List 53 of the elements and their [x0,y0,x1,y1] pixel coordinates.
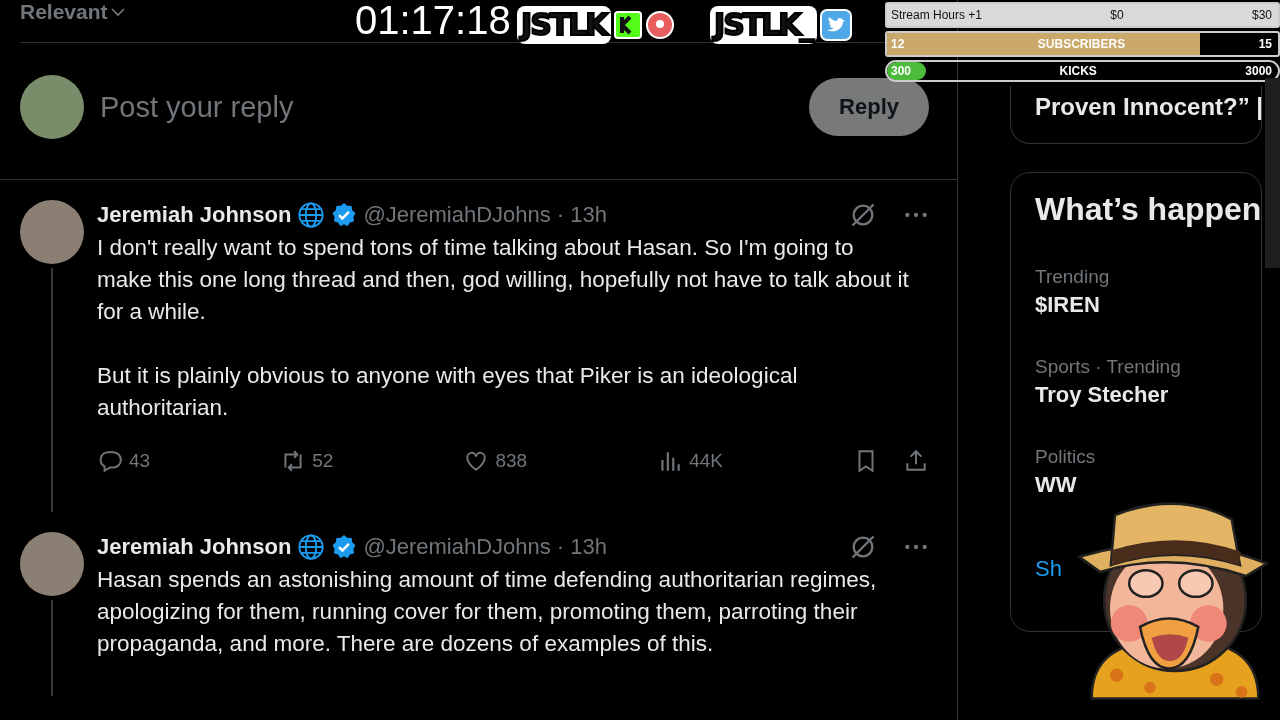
reply-button[interactable]: Reply [809,78,929,136]
trend-category: Sports · Trending [1035,355,1182,379]
event-card[interactable]: Proven Innocent?” | [1010,86,1262,144]
goal-label: Stream Hours +1 [891,8,983,22]
author-handle[interactable]: @JeremiahDJohns [363,202,551,228]
reply-input[interactable]: Post your reply [100,90,794,124]
trend-name: WW [1035,472,1078,498]
author-handle[interactable]: @JeremiahDJohns [363,534,551,560]
goal-label: SUBSCRIBERS [1037,37,1126,51]
show-more-link[interactable]: Sh [1035,556,1062,582]
trend-category: Trending [1035,265,1111,289]
record-icon [644,10,675,40]
channel-logo: JSTLK [517,6,611,44]
post-text: Hasan spends an astonishing amount of time defending authoritarian regimes, apologizing for them, running cover for them, promoting them, parroting their propaganda, and more. There are dozens of examples of this. [97,566,878,658]
goal-end: 15 [1258,37,1272,51]
slashed-circle-icon[interactable] [849,201,877,229]
share-icon[interactable] [903,448,929,474]
globe-icon [297,533,326,561]
repost-count[interactable]: 52 [312,450,334,472]
trend-item[interactable]: Politics WW [1035,442,1261,498]
goal-end: $30 [1251,8,1272,22]
sort-label: Relevant [20,0,108,24]
event-title: Proven Innocent?” | [1035,92,1261,122]
trends-title: What’s happen [1035,191,1261,228]
verified-badge-icon [331,202,358,228]
verified-badge-icon [331,534,358,560]
author-name[interactable]: Jeremiah Johnson [97,202,292,228]
reply-count[interactable]: 43 [129,450,151,472]
k-logo-icon [613,11,642,39]
like-count[interactable]: 838 [495,450,528,472]
goal-label: KICKS [1059,64,1097,78]
trend-name: $IREN [1035,292,1101,318]
goal-end: 3000 [1245,64,1272,78]
author-name[interactable]: Jeremiah Johnson [97,534,292,560]
globe-icon [297,201,326,229]
trend-category: Politics [1035,445,1097,469]
trend-item[interactable]: Trending $IREN [1035,262,1261,318]
trend-item[interactable]: Sports · Trending Troy Stecher [1035,352,1261,408]
speech-bubble-icon[interactable] [97,448,123,474]
goal-start: 300 [891,64,912,78]
bird-icon [819,9,852,41]
slashed-circle-icon[interactable] [849,533,877,561]
channel-logo: JSTLK_ [710,6,817,44]
trend-name: Troy Stecher [1035,382,1170,408]
view-count[interactable]: 44K [689,450,723,472]
post-time: · 13h [556,534,607,560]
post-text: I don't really want to spend tons of time talking about Hasan. So I'm going to make this one long thread and then, god willing, hopefully not have to talk about it for a while. [97,234,910,326]
post-text: But it is plainly obvious to anyone with eyes that Piker is an ideological authoritarian. [97,362,799,422]
sort-dropdown[interactable]: Relevant [20,0,126,24]
post-time: · 13h [556,202,607,228]
goal-start: 12 [891,37,905,51]
goal-start: $0 [1110,8,1124,22]
stream-timer: 01:17:18 [355,0,511,43]
